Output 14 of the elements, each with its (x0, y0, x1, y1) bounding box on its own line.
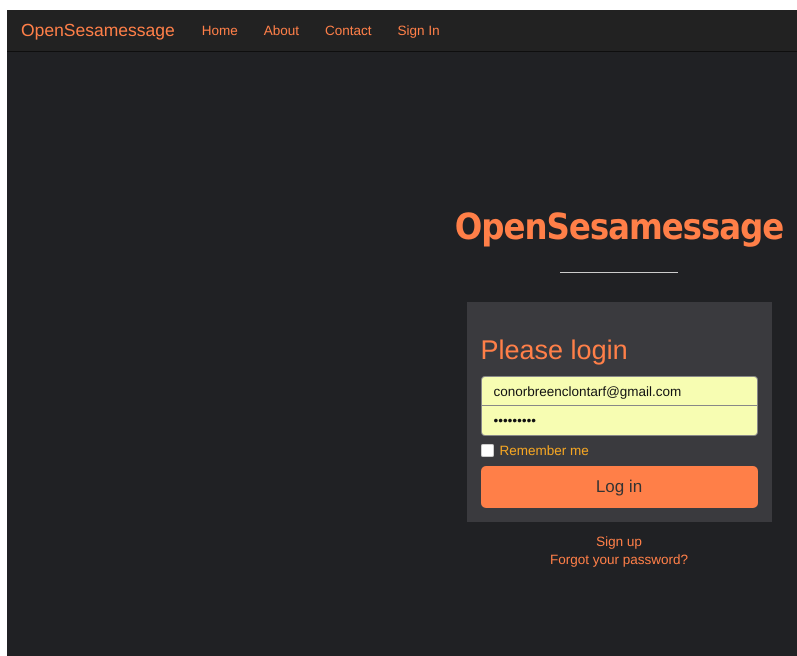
nav-link[interactable]: Sign In (384, 23, 453, 38)
brand-link[interactable]: OpenSesamessage (21, 20, 175, 41)
email-field[interactable]: conorbreenclontarf@gmail.com (480, 376, 758, 406)
form-heading: Please login (480, 334, 629, 367)
app-title: OpenSesamessage (454, 206, 784, 250)
password-field[interactable]: ••••••••• (480, 406, 758, 436)
footer-link[interactable]: Forgot your password? (550, 551, 688, 569)
nav-link[interactable]: About (250, 23, 312, 38)
footer-link[interactable]: Sign up (596, 533, 642, 551)
remember-label: Remember me (500, 443, 589, 458)
nav-link[interactable]: Home (188, 23, 251, 38)
nav-link[interactable]: Contact (312, 23, 385, 38)
login-button[interactable]: Log in (480, 466, 758, 508)
remember-checkbox[interactable] (480, 444, 494, 457)
